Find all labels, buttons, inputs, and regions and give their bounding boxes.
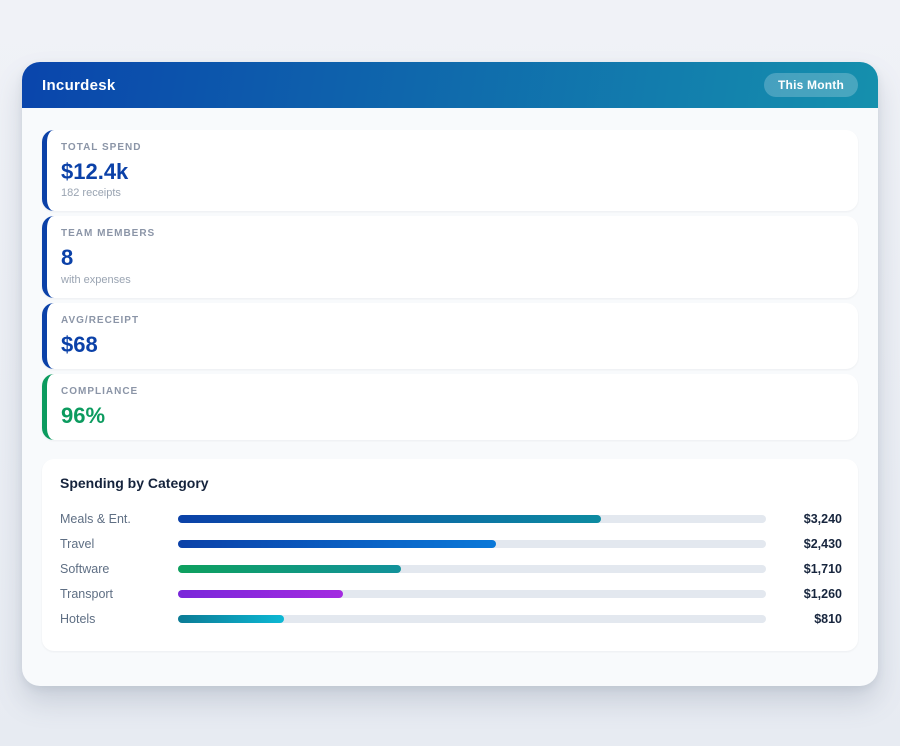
stat-card-compliance: COMPLIANCE 96%	[42, 374, 858, 440]
stat-value: 96%	[61, 403, 842, 428]
spending-chart-card: Spending by Category Meals & Ent. $3,240…	[42, 459, 858, 651]
bar-fill-software	[178, 565, 401, 573]
stats-section: TOTAL SPEND $12.4k 182 receipts TEAM MEM…	[42, 130, 858, 440]
period-badge-button[interactable]: This Month	[764, 73, 858, 97]
stat-label: TEAM MEMBERS	[61, 228, 842, 239]
stat-card-team-members: TEAM MEMBERS 8 with expenses	[42, 216, 858, 297]
bar-track	[178, 515, 766, 523]
bar-fill-travel	[178, 540, 496, 548]
category-value: $1,710	[766, 562, 842, 576]
bar-track	[178, 615, 766, 623]
category-value: $810	[766, 612, 842, 626]
bar-track	[178, 540, 766, 548]
stat-label: TOTAL SPEND	[61, 142, 842, 153]
chart-row-transport: Transport $1,260	[58, 581, 842, 606]
bar-track	[178, 565, 766, 573]
category-label: Transport	[60, 587, 178, 601]
app-header: Incurdesk This Month	[22, 62, 878, 108]
category-value: $1,260	[766, 587, 842, 601]
stat-label: AVG/RECEIPT	[61, 315, 842, 326]
category-label: Meals & Ent.	[60, 512, 178, 526]
bar-fill-hotels	[178, 615, 284, 623]
stat-value: 8	[61, 245, 842, 270]
chart-title: Spending by Category	[58, 475, 842, 491]
category-label: Hotels	[60, 612, 178, 626]
category-value: $3,240	[766, 512, 842, 526]
chart-rows: Meals & Ent. $3,240 Travel $2,430 Softwa…	[58, 506, 842, 631]
stat-value: $12.4k	[61, 159, 842, 184]
category-label: Travel	[60, 537, 178, 551]
category-value: $2,430	[766, 537, 842, 551]
stat-card-avg-receipt: AVG/RECEIPT $68	[42, 303, 858, 369]
chart-row-travel: Travel $2,430	[58, 531, 842, 556]
bar-fill-transport	[178, 590, 343, 598]
stat-value: $68	[61, 332, 842, 357]
main-content: TOTAL SPEND $12.4k 182 receipts TEAM MEM…	[22, 108, 878, 651]
stat-card-total-spend: TOTAL SPEND $12.4k 182 receipts	[42, 130, 858, 211]
chart-row-meals: Meals & Ent. $3,240	[58, 506, 842, 531]
dashboard-panel: Incurdesk This Month TOTAL SPEND $12.4k …	[22, 62, 878, 686]
stat-sub: with expenses	[61, 274, 842, 286]
bar-track	[178, 590, 766, 598]
chart-row-hotels: Hotels $810	[58, 606, 842, 631]
chart-row-software: Software $1,710	[58, 556, 842, 581]
bar-fill-meals	[178, 515, 601, 523]
stat-sub: 182 receipts	[61, 187, 842, 199]
app-title: Incurdesk	[42, 77, 116, 94]
stat-label: COMPLIANCE	[61, 386, 842, 397]
category-label: Software	[60, 562, 178, 576]
